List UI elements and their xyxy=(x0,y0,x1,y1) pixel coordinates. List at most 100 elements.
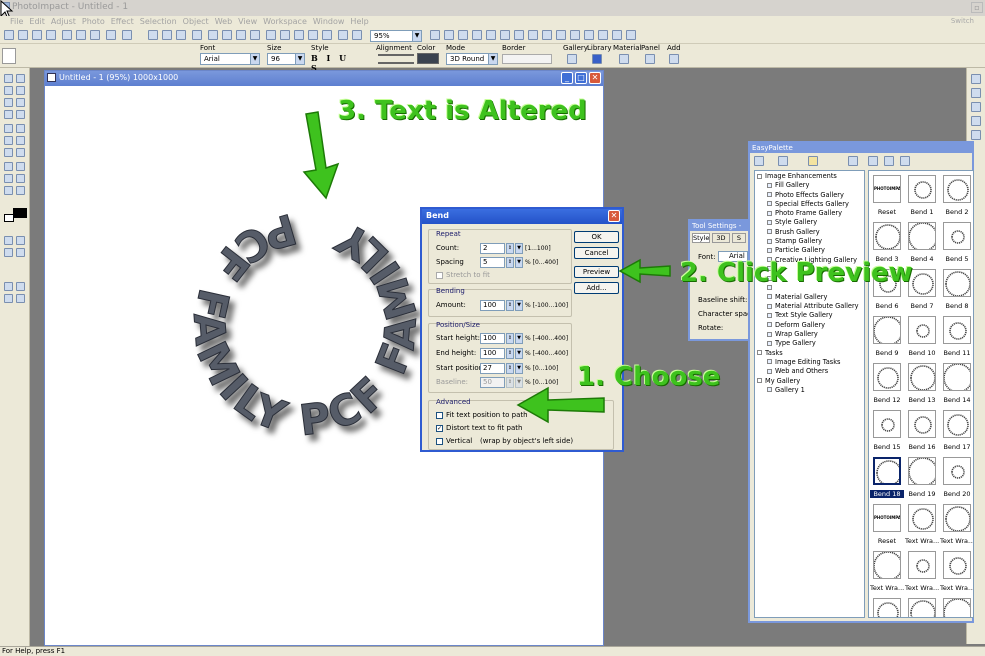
gallery-item[interactable]: Bend 19 xyxy=(905,455,939,502)
curved-text[interactable]: PCF FAMILY PCF FAMILY xyxy=(183,203,427,445)
gallery-item[interactable]: PHOTOIMPACT Reset xyxy=(870,173,904,220)
tool-icon[interactable] xyxy=(16,162,25,171)
gallery-item[interactable]: Bend 2 xyxy=(940,173,973,220)
ok-button[interactable]: OK xyxy=(574,231,619,243)
toolbar-button-icon[interactable] xyxy=(444,30,454,40)
fit-text-checkbox[interactable] xyxy=(436,412,443,419)
tab-3d[interactable]: 3D xyxy=(712,233,730,243)
close-icon[interactable]: ✕ xyxy=(589,72,601,84)
menu-item[interactable]: Help xyxy=(350,17,368,26)
border-control[interactable] xyxy=(502,54,552,64)
start-position-spinner[interactable]: ⇕ xyxy=(506,363,514,374)
start-height-spinner[interactable]: ⇕ xyxy=(506,333,514,344)
cancel-button[interactable]: Cancel xyxy=(574,247,619,259)
toolbar-button-icon[interactable] xyxy=(598,30,608,40)
style-buttons[interactable]: B I U S xyxy=(311,53,363,73)
toolbar-button-icon[interactable] xyxy=(250,30,260,40)
gallery-item[interactable]: Bend 12 xyxy=(870,361,904,408)
tool-icon[interactable] xyxy=(4,98,13,107)
tree-item[interactable]: Photo Effects Gallery xyxy=(757,191,862,200)
tree-item[interactable]: Gallery 1 xyxy=(757,386,862,395)
gallery-item[interactable]: Bend 11 xyxy=(940,314,973,361)
gallery-item[interactable]: PHOTOIMPACT Reset xyxy=(870,502,904,549)
tool-icon[interactable] xyxy=(4,174,13,183)
toolbar-button-icon[interactable] xyxy=(514,30,524,40)
gallery-item[interactable]: Bend 10 xyxy=(905,314,939,361)
gallery-item[interactable]: Bend 18 xyxy=(870,455,904,502)
toolbar-button-icon[interactable] xyxy=(556,30,566,40)
distort-text-checkbox[interactable]: ✓ xyxy=(436,425,443,432)
window-restore-icon[interactable]: ▫ xyxy=(971,2,983,13)
toolbar-button-icon[interactable] xyxy=(612,30,622,40)
mode-combo[interactable]: 3D Round ▼ xyxy=(446,53,498,65)
menu-item[interactable]: Object xyxy=(183,17,209,26)
foreground-color[interactable] xyxy=(13,208,27,218)
tool-icon[interactable] xyxy=(16,248,25,257)
spacing-spinner[interactable]: ⇕ xyxy=(506,257,514,268)
gallery-icon[interactable] xyxy=(567,54,577,64)
maximize-icon[interactable]: □ xyxy=(575,72,587,84)
background-color[interactable] xyxy=(4,214,14,222)
zoom-combo[interactable]: 95% ▼ xyxy=(370,30,422,42)
gallery-item[interactable]: Text Wra... xyxy=(870,549,904,596)
tree-item[interactable]: Brush Gallery xyxy=(757,228,862,237)
tab-s[interactable]: S xyxy=(732,233,746,243)
toolbar-button-icon[interactable] xyxy=(162,30,172,40)
toolbar-button-icon[interactable] xyxy=(176,30,186,40)
size-combo[interactable]: 96 ▼ xyxy=(267,53,305,65)
tree-item[interactable]: Material Gallery xyxy=(757,293,862,302)
gallery-item[interactable]: Bend 16 xyxy=(905,408,939,455)
toolbar-button-icon[interactable] xyxy=(148,30,158,40)
toolbar-button-icon[interactable] xyxy=(236,30,246,40)
end-height-input[interactable]: 100 xyxy=(480,348,505,359)
gallery-item[interactable]: Bend 14 xyxy=(940,361,973,408)
toolbar-button-icon[interactable] xyxy=(76,30,86,40)
gallery-picker-icon[interactable] xyxy=(778,156,788,166)
tool-icon[interactable] xyxy=(4,294,13,303)
gallery-item[interactable]: Bend 5 xyxy=(940,220,973,267)
view-icon[interactable] xyxy=(900,156,910,166)
gallery-item[interactable]: Bend 13 xyxy=(905,361,939,408)
baseline-input[interactable]: 50 xyxy=(480,377,505,388)
tree-item[interactable]: Tasks xyxy=(757,349,862,358)
minimize-icon[interactable]: _ xyxy=(561,72,573,84)
menu-item[interactable]: Window xyxy=(313,17,345,26)
start-height-dropdown[interactable]: ▼ xyxy=(515,333,523,344)
menu-item[interactable]: View xyxy=(238,17,257,26)
gallery-item[interactable]: Text Wra... xyxy=(905,596,939,617)
count-input[interactable]: 2 xyxy=(480,243,505,254)
toolbar-button-icon[interactable] xyxy=(62,30,72,40)
menu-item[interactable]: Edit xyxy=(29,17,45,26)
amount-spinner[interactable]: ⇕ xyxy=(506,300,514,311)
tool-icon[interactable] xyxy=(16,74,25,83)
end-height-dropdown[interactable]: ▼ xyxy=(515,348,523,359)
gallery-item[interactable]: Text Wra... xyxy=(940,596,973,617)
tool-icon[interactable] xyxy=(16,186,25,195)
toolbar-button-icon[interactable] xyxy=(458,30,468,40)
amount-dropdown[interactable]: ▼ xyxy=(515,300,523,311)
menu-item[interactable]: Selection xyxy=(140,17,177,26)
toolbar-button-icon[interactable] xyxy=(322,30,332,40)
tree-item[interactable]: Style Gallery xyxy=(757,218,862,227)
count-dropdown[interactable]: ▼ xyxy=(515,243,523,254)
tool-icon[interactable] xyxy=(4,186,13,195)
close-icon[interactable]: ✕ xyxy=(608,210,620,222)
toolbar-button-icon[interactable] xyxy=(192,30,202,40)
tree-item[interactable]: My Gallery xyxy=(757,377,862,386)
tool-icon[interactable] xyxy=(4,136,13,145)
material-icon[interactable] xyxy=(619,54,629,64)
panel-toggle-icon[interactable] xyxy=(971,88,981,98)
tool-icon[interactable] xyxy=(4,124,13,133)
add-button[interactable]: Add... xyxy=(574,282,619,294)
text-tool-icon[interactable] xyxy=(2,48,16,64)
panel-toggle-icon[interactable] xyxy=(971,130,981,140)
toolbar-button-icon[interactable] xyxy=(90,30,100,40)
start-position-dropdown[interactable]: ▼ xyxy=(515,363,523,374)
folder-icon[interactable] xyxy=(808,156,818,166)
baseline-dropdown[interactable]: ▼ xyxy=(515,377,523,388)
toolbar-button-icon[interactable] xyxy=(4,30,14,40)
tool-icon[interactable] xyxy=(4,248,13,257)
tool-icon[interactable] xyxy=(16,174,25,183)
tab-style[interactable]: Style xyxy=(692,233,710,243)
panel-toggle-icon[interactable] xyxy=(971,116,981,126)
